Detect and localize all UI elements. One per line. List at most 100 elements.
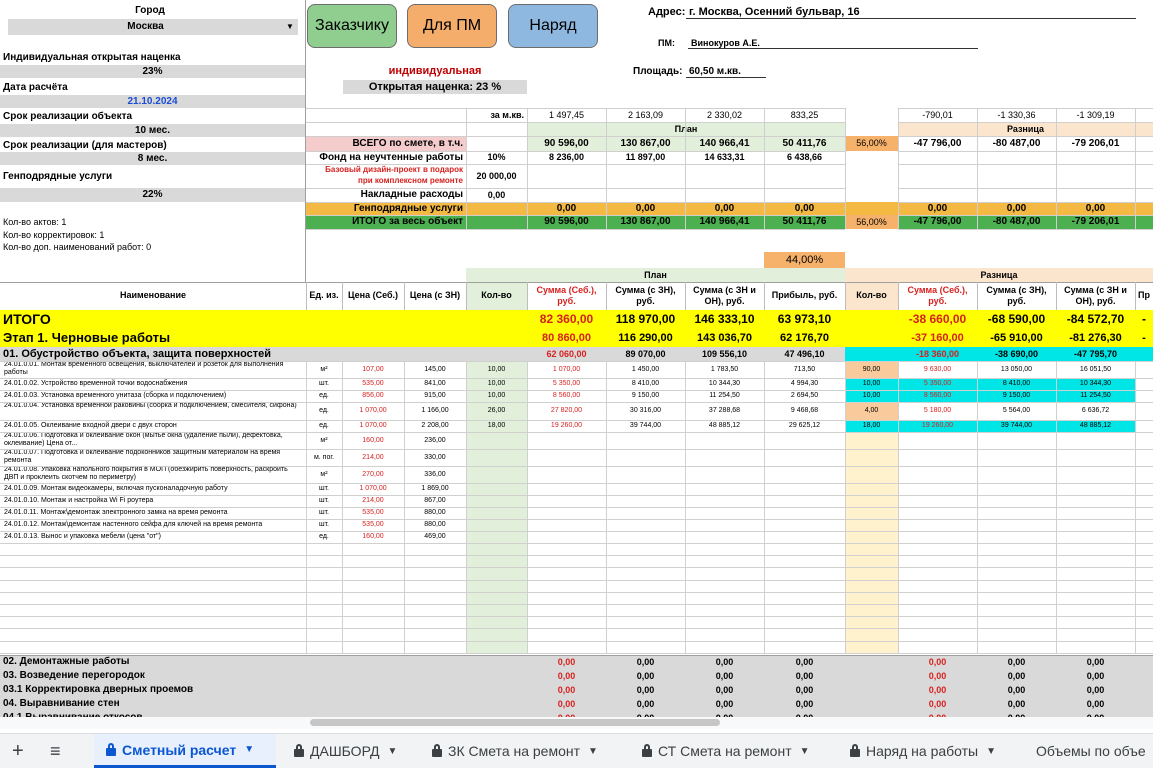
item-name[interactable]: 24.01.0.10. Монтаж и настройка Wi Fi роу… bbox=[0, 495, 306, 507]
column-header: Сумма (с ЗН и ОН), руб. bbox=[693, 285, 756, 306]
total-diff-value: -65 910,00 bbox=[990, 332, 1043, 344]
order-button[interactable]: Наряд bbox=[508, 4, 598, 48]
markup-value[interactable]: 23% bbox=[0, 65, 305, 78]
customer-button[interactable]: Заказчику bbox=[307, 4, 397, 48]
item-sum: 9 150,00 bbox=[631, 392, 660, 399]
item-diff-qty bbox=[845, 495, 898, 507]
pm-button[interactable]: Для ПМ bbox=[407, 4, 497, 48]
summary-diff-value: 0,00 bbox=[1006, 203, 1027, 214]
chevron-down-icon[interactable]: ▼ bbox=[986, 746, 996, 757]
item-diff-qty bbox=[845, 432, 898, 449]
item-qty[interactable] bbox=[466, 495, 527, 507]
summary-diff-value bbox=[898, 188, 977, 202]
item-name[interactable]: 24.01.0.02. Устройство временной точки в… bbox=[0, 378, 306, 390]
item-qty[interactable]: 18,00 bbox=[466, 420, 527, 432]
item-qty[interactable] bbox=[466, 519, 527, 531]
sheet-tab[interactable]: Объемы по объе bbox=[1024, 734, 1153, 768]
item-profit: 29 625,12 bbox=[788, 422, 821, 429]
sheet-tab[interactable]: ДАШБОРД ▼ bbox=[282, 734, 414, 768]
total-diff-value: -37 160,00 bbox=[911, 332, 964, 344]
grid-line bbox=[898, 282, 899, 310]
chevron-down-icon[interactable]: ▼ bbox=[387, 746, 397, 757]
grid-line bbox=[0, 390, 1153, 391]
summary-plan-value: 140 966,41 bbox=[699, 216, 750, 227]
sheet-tab[interactable]: Сметный расчет ▼ bbox=[94, 734, 276, 768]
gen-label: Генподрядные услуги bbox=[3, 171, 113, 182]
grid-line bbox=[898, 188, 1153, 189]
grid-line bbox=[0, 432, 1153, 433]
summary-diff-value: -79 206,01 bbox=[1071, 138, 1120, 149]
item-qty[interactable] bbox=[466, 483, 527, 495]
summary-diff-value bbox=[1056, 164, 1135, 188]
extra-count: Кол-во доп. наименований работ: 0 bbox=[3, 242, 152, 252]
chevron-down-icon[interactable]: ▼ bbox=[800, 746, 810, 757]
add-sheet-icon[interactable]: + bbox=[12, 734, 24, 768]
bottom-plan-value: 0,00 bbox=[795, 657, 814, 667]
city-select[interactable]: Москва bbox=[8, 19, 283, 35]
grid-line bbox=[0, 655, 1153, 656]
bottom-plan-value: 0,00 bbox=[557, 657, 576, 667]
total-diff-value: -38 660,00 bbox=[908, 312, 967, 326]
item-qty[interactable] bbox=[466, 466, 527, 483]
item-diff-sum bbox=[977, 466, 1056, 483]
summary-plan-value: 50 411,76 bbox=[782, 216, 827, 227]
term-value[interactable]: 10 мес. bbox=[0, 124, 305, 137]
item-qty[interactable] bbox=[466, 507, 527, 519]
all-sheets-icon[interactable]: ≡ bbox=[50, 734, 61, 768]
sheet-tab[interactable]: СТ Смета на ремонт ▼ bbox=[630, 734, 832, 768]
item-profit: 713,50 bbox=[793, 366, 816, 373]
bottom-plan-value: 0,00 bbox=[795, 699, 814, 709]
item-name[interactable]: 24.01.0.06. Подготовка и оклеивание окон… bbox=[0, 432, 306, 449]
bottom-plan-value: 0,00 bbox=[715, 657, 734, 667]
item-name[interactable]: 24.01.0.12. Монтаж\демонтаж настенного с… bbox=[0, 519, 306, 531]
grid-line bbox=[0, 592, 1153, 593]
item-qty[interactable]: 10,00 bbox=[466, 390, 527, 402]
item-diff-sum bbox=[977, 531, 1056, 543]
grid-line bbox=[0, 282, 1153, 283]
item-sum bbox=[606, 466, 685, 483]
item-name[interactable]: 24.01.0.11. Монтаж\демонтаж электронного… bbox=[0, 507, 306, 519]
item-sum-cost: 8 560,00 bbox=[552, 392, 581, 399]
sheet-tab[interactable]: Наряд на работы ▼ bbox=[838, 734, 1018, 768]
item-qty[interactable] bbox=[466, 531, 527, 543]
sheet-tab[interactable]: ЗК Смета на ремонт ▼ bbox=[420, 734, 624, 768]
item-sum-cost: 27 820,00 bbox=[550, 407, 583, 414]
per-sqm-value: 2 163,09 bbox=[627, 110, 664, 120]
address-underline bbox=[686, 18, 1136, 19]
item-name[interactable]: 24.01.0.08. Упаковка напольного покрытия… bbox=[0, 466, 306, 483]
chevron-down-icon[interactable]: ▼ bbox=[283, 19, 297, 35]
bottom-diff-value: 0,00 bbox=[1007, 685, 1026, 695]
item-name[interactable]: 24.01.0.04. Установка временной раковины… bbox=[0, 402, 306, 420]
item-qty[interactable] bbox=[466, 449, 527, 466]
item-sum bbox=[606, 449, 685, 466]
term-masters-value[interactable]: 8 мес. bbox=[0, 152, 305, 165]
item-sum-cost bbox=[527, 507, 606, 519]
item-price: 145,00 bbox=[424, 366, 446, 373]
per-sqm-value: 1 497,45 bbox=[548, 110, 585, 120]
grid-line bbox=[685, 282, 686, 310]
grid-line bbox=[306, 361, 307, 653]
item-name[interactable]: 24.01.0.07. Подготовка и оклеивание подо… bbox=[0, 449, 306, 466]
grid-line bbox=[0, 567, 1153, 568]
chevron-down-icon[interactable]: ▼ bbox=[588, 746, 598, 757]
item-qty[interactable]: 10,00 bbox=[466, 378, 527, 390]
item-profit bbox=[764, 483, 845, 495]
column-header: Сумма (Себ.), руб. bbox=[536, 285, 597, 306]
gen-value[interactable]: 22% bbox=[0, 188, 305, 202]
item-name[interactable]: 24.01.0.09. Монтаж видеокамеры, включая … bbox=[0, 483, 306, 495]
item-unit: шт. bbox=[319, 497, 329, 504]
date-value[interactable]: 21.10.2024 bbox=[0, 95, 305, 108]
item-qty[interactable]: 26,00 bbox=[466, 402, 527, 420]
item-qty[interactable]: 10,00 bbox=[466, 361, 527, 378]
item-name[interactable]: 24.01.0.13. Вынос и упаковка мебели (цен… bbox=[0, 531, 306, 543]
item-name[interactable]: 24.01.0.05. Оклеивание входной двери с д… bbox=[0, 420, 306, 432]
grid-line bbox=[898, 164, 1153, 165]
horizontal-scrollbar[interactable] bbox=[310, 719, 720, 726]
summary-diff-value bbox=[1056, 188, 1135, 202]
item-name[interactable]: 24.01.0.01. Монтаж временного освещения,… bbox=[0, 361, 306, 378]
chevron-down-icon[interactable]: ▼ bbox=[244, 744, 254, 755]
grid-line bbox=[0, 604, 1153, 605]
grid-line bbox=[404, 282, 405, 310]
item-name[interactable]: 24.01.0.03. Установка временного унитаза… bbox=[0, 390, 306, 402]
item-qty[interactable] bbox=[466, 432, 527, 449]
